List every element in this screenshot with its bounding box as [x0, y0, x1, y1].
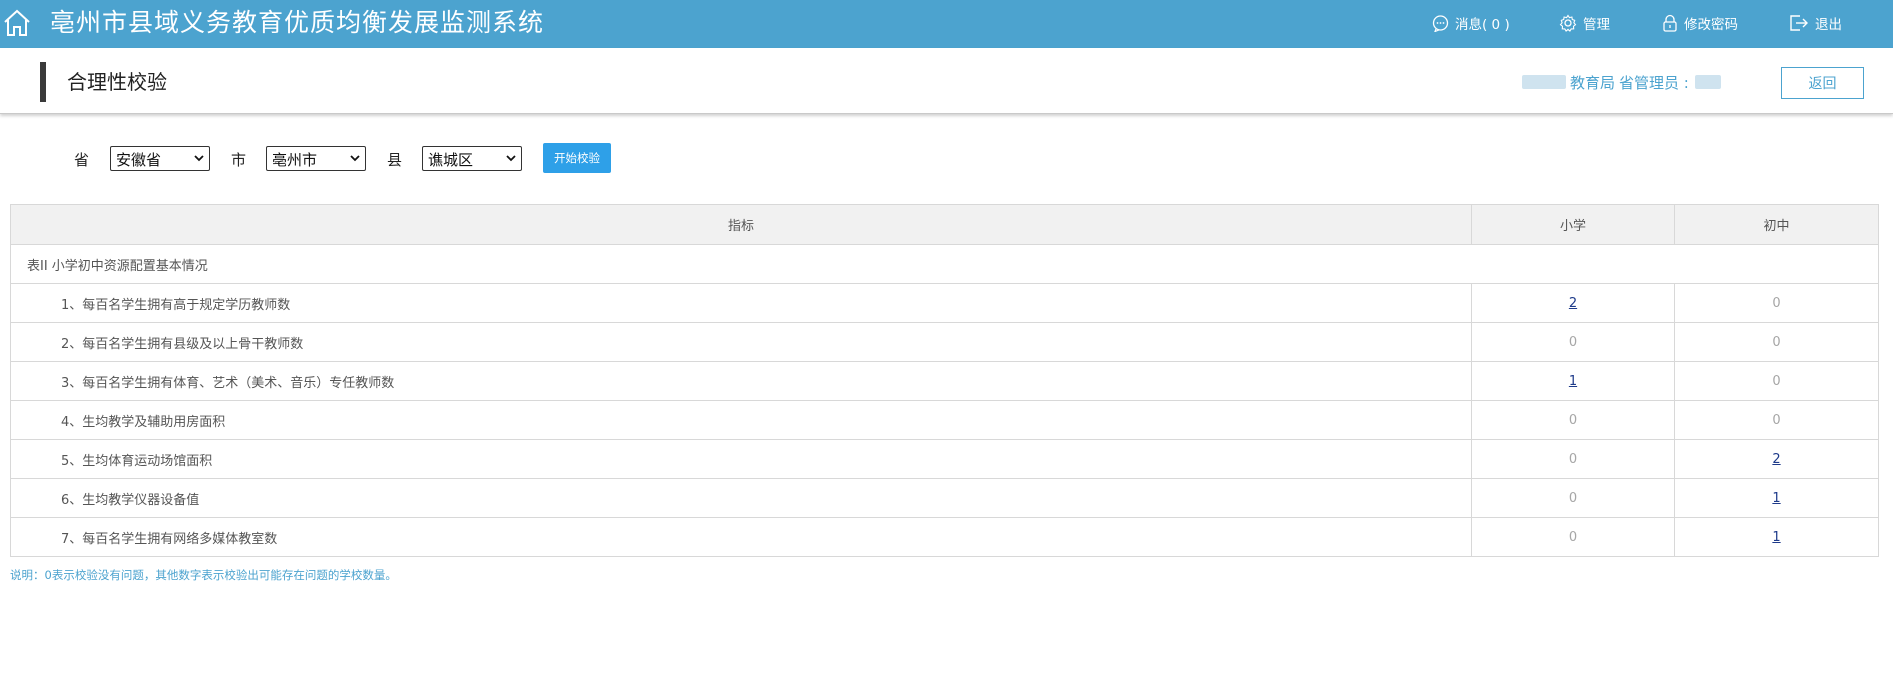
nav-messages[interactable]: 消息( 0 ) [1432, 12, 1510, 34]
section-title: 表II 小学初中资源配置基本情况 [10, 244, 1879, 284]
county-select[interactable]: 谯城区 [422, 146, 522, 171]
indicator-cell: 4、生均教学及辅助用房面积 [10, 400, 1472, 440]
province-label: 省 [74, 151, 90, 169]
primary-cell: 0 [1471, 517, 1675, 557]
logout-icon [1790, 15, 1808, 31]
chevron-down-icon [194, 155, 204, 162]
chevron-down-icon [350, 155, 360, 162]
indicator-cell: 5、生均体育运动场馆面积 [10, 439, 1472, 479]
table-row: 6、生均教学仪器设备值 0 1 [10, 478, 1879, 518]
primary-cell: 0 [1471, 439, 1675, 479]
section-row: 表II 小学初中资源配置基本情况 [10, 244, 1879, 284]
indicator-cell: 1、每百名学生拥有高于规定学历教师数 [10, 283, 1472, 323]
table-row: 5、生均体育运动场馆面积 0 2 [10, 439, 1879, 479]
junior-cell: 0 [1674, 322, 1879, 362]
city-select[interactable]: 亳州市 [266, 146, 366, 171]
province-value: 安徽省 [116, 151, 162, 169]
check-table: 指标 小学 初中 表II 小学初中资源配置基本情况 1、每百名学生拥有高于规定学… [10, 204, 1879, 557]
nav-logout-label: 退出 [1815, 17, 1842, 33]
indicator-cell: 6、生均教学仪器设备值 [10, 478, 1472, 518]
primary-count-link[interactable]: 2 [1569, 296, 1577, 311]
junior-cell: 0 [1674, 400, 1879, 440]
primary-cell: 0 [1471, 400, 1675, 440]
junior-count-link[interactable]: 1 [1772, 491, 1780, 506]
nav-manage-label: 管理 [1583, 17, 1610, 33]
user-role: 省管理员 : [1619, 73, 1689, 92]
city-label: 市 [231, 151, 247, 169]
indicator-cell: 7、每百名学生拥有网络多媒体教室数 [10, 517, 1472, 557]
table-row: 1、每百名学生拥有高于规定学历教师数 2 0 [10, 283, 1879, 323]
chevron-down-icon [506, 155, 516, 162]
nav-change-password-label: 修改密码 [1684, 17, 1738, 33]
primary-cell: 2 [1471, 283, 1675, 323]
indicator-cell: 3、每百名学生拥有体育、艺术（美术、音乐）专任教师数 [10, 361, 1472, 401]
junior-cell: 1 [1674, 517, 1879, 557]
table-row: 2、每百名学生拥有县级及以上骨干教师数 0 0 [10, 322, 1879, 362]
city-value: 亳州市 [272, 151, 318, 169]
primary-cell: 1 [1471, 361, 1675, 401]
junior-count-link[interactable]: 1 [1772, 530, 1780, 545]
junior-cell: 0 [1674, 283, 1879, 323]
page-title: 合理性校验 [67, 70, 167, 94]
message-icon [1432, 14, 1449, 32]
junior-count-link[interactable]: 2 [1772, 452, 1780, 467]
title-accent-bar [40, 62, 46, 102]
page-header: 合理性校验 教育局 省管理员 : 返回 [0, 48, 1893, 114]
header-indicator: 指标 [10, 204, 1472, 245]
user-info: 教育局 省管理员 : [1522, 72, 1721, 92]
nav-messages-label: 消息( 0 ) [1455, 17, 1510, 33]
redacted-org-name [1522, 75, 1566, 89]
junior-cell: 1 [1674, 478, 1879, 518]
county-value: 谯城区 [428, 151, 474, 169]
county-label: 县 [387, 151, 403, 169]
table-row: 4、生均教学及辅助用房面积 0 0 [10, 400, 1879, 440]
nav-logout[interactable]: 退出 [1789, 12, 1842, 34]
nav-manage[interactable]: 管理 [1559, 12, 1610, 34]
primary-cell: 0 [1471, 322, 1675, 362]
footnote: 说明：0表示校验没有问题，其他数字表示校验出可能存在问题的学校数量。 [10, 568, 397, 582]
nav-change-password[interactable]: 修改密码 [1662, 12, 1738, 34]
junior-cell: 2 [1674, 439, 1879, 479]
home-icon[interactable] [2, 8, 32, 38]
start-check-button[interactable]: 开始校验 [543, 143, 611, 173]
table-header-row: 指标 小学 初中 [10, 204, 1879, 245]
indicator-cell: 2、每百名学生拥有县级及以上骨干教师数 [10, 322, 1472, 362]
province-select[interactable]: 安徽省 [110, 146, 210, 171]
primary-cell: 0 [1471, 478, 1675, 518]
primary-count-link[interactable]: 1 [1569, 374, 1577, 389]
header-primary: 小学 [1471, 204, 1675, 245]
back-button[interactable]: 返回 [1781, 67, 1864, 99]
gear-icon [1559, 14, 1577, 32]
table-row: 7、每百名学生拥有网络多媒体教室数 0 1 [10, 517, 1879, 557]
table-row: 3、每百名学生拥有体育、艺术（美术、音乐）专任教师数 1 0 [10, 361, 1879, 401]
junior-cell: 0 [1674, 361, 1879, 401]
header-junior: 初中 [1674, 204, 1879, 245]
user-org: 教育局 [1570, 73, 1616, 92]
top-bar: 亳州市县域义务教育优质均衡发展监测系统 消息( 0 ) 管理 修改密码 退出 [0, 0, 1893, 48]
lock-icon [1663, 14, 1677, 32]
app-title: 亳州市县域义务教育优质均衡发展监测系统 [50, 8, 545, 37]
redacted-user-name [1694, 75, 1721, 89]
filter-row: 省 安徽省 市 亳州市 县 谯城区 开始校验 [0, 143, 1893, 173]
